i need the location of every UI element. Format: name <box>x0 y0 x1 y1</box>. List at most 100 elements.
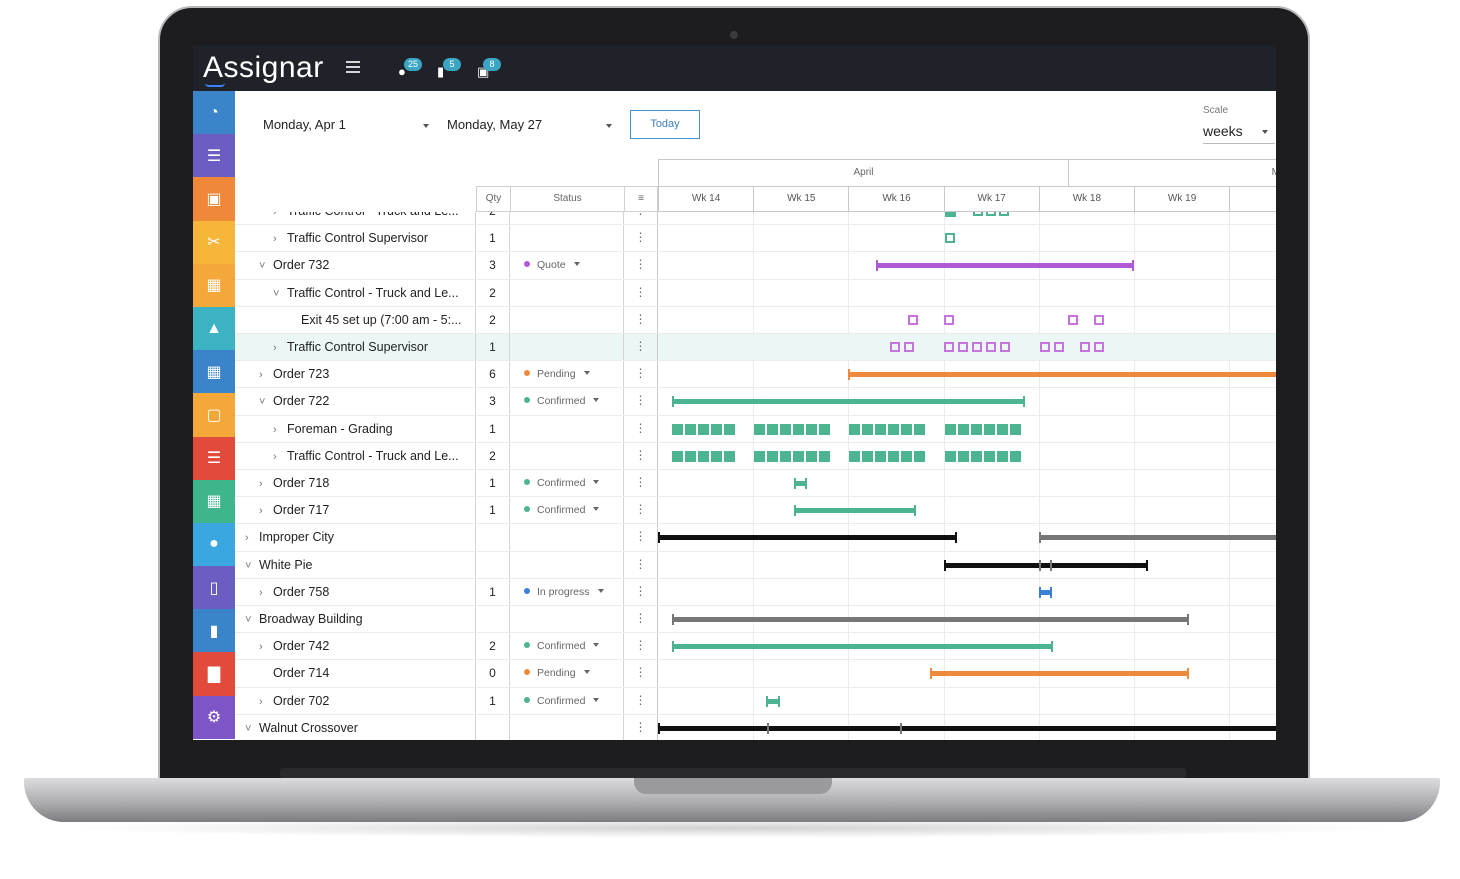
shift-block[interactable] <box>724 450 735 462</box>
shift-block[interactable] <box>901 423 912 435</box>
shift-block[interactable] <box>819 450 830 462</box>
shift-slot[interactable] <box>973 212 983 216</box>
row-status[interactable]: Pending <box>510 660 624 687</box>
shift-block[interactable] <box>698 423 709 435</box>
chevron-down-icon[interactable] <box>597 588 604 593</box>
chevron-down-icon[interactable] <box>423 124 429 128</box>
qty-column-header[interactable]: Qty <box>476 186 510 212</box>
today-button[interactable]: Today <box>630 110 700 139</box>
row-menu-button[interactable]: ⋮ <box>624 470 658 497</box>
table-row[interactable]: › Order 717 1 Confirmed ⋮ <box>235 497 1276 525</box>
chevron-right-icon[interactable]: › <box>273 335 287 360</box>
project-bar[interactable] <box>658 532 957 544</box>
shift-block[interactable] <box>685 450 696 462</box>
table-row[interactable]: ›Traffic Control - Truck and Le...2⋮ <box>235 442 1276 470</box>
shift-block[interactable] <box>862 450 873 462</box>
shift-slot[interactable] <box>904 342 914 352</box>
shift-block[interactable] <box>958 423 969 435</box>
shift-block[interactable] <box>806 450 817 462</box>
row-menu-button[interactable]: ⋮ <box>624 633 658 660</box>
shift-block[interactable] <box>888 423 899 435</box>
shift-block[interactable] <box>698 450 709 462</box>
row-menu-button[interactable]: ⋮ <box>624 252 658 279</box>
chevron-down-icon[interactable] <box>593 507 600 512</box>
app-logo[interactable]: Assignar <box>203 51 324 85</box>
chevron-right-icon[interactable]: › <box>273 212 287 224</box>
chevron-right-icon[interactable]: › <box>259 362 273 387</box>
row-menu-button[interactable]: ⋮ <box>624 660 658 687</box>
row-status[interactable]: Confirmed <box>510 497 624 524</box>
table-row[interactable]: › Order 723 6 Pending ⋮ <box>235 361 1276 389</box>
row-status[interactable]: Confirmed <box>510 470 624 497</box>
chevron-right-icon[interactable]: › <box>245 525 259 550</box>
project-bar[interactable] <box>658 722 1276 734</box>
sidebar-item-mobile[interactable]: ▮ <box>193 609 235 653</box>
shift-block[interactable] <box>849 423 860 435</box>
shift-block[interactable] <box>849 450 860 462</box>
table-row[interactable]: › Order 758 1 In progress ⋮ <box>235 578 1276 606</box>
shift-slot[interactable] <box>908 314 918 325</box>
shift-block[interactable] <box>672 450 683 462</box>
chevron-down-icon[interactable]: ˅ <box>245 607 259 632</box>
sidebar-item-users[interactable]: ● <box>193 522 235 567</box>
sidebar-item-calendar[interactable]: ▢ <box>193 393 235 437</box>
shift-slot[interactable] <box>999 212 1009 216</box>
chevron-down-icon[interactable] <box>593 398 600 403</box>
shift-block[interactable] <box>914 450 925 462</box>
quote-bar[interactable] <box>876 260 1134 272</box>
row-menu-button[interactable]: ⋮ <box>624 306 658 333</box>
row-menu-button[interactable]: ⋮ <box>624 442 658 469</box>
shift-block[interactable] <box>711 450 722 462</box>
row-menu-button[interactable]: ⋮ <box>624 606 658 633</box>
scale-select[interactable]: weeks <box>1203 123 1243 139</box>
shift-block[interactable] <box>685 423 696 435</box>
row-menu-button[interactable]: ⋮ <box>624 361 658 388</box>
shift-block[interactable] <box>780 423 791 435</box>
chevron-down-icon[interactable]: ˅ <box>245 553 259 578</box>
row-menu-button[interactable]: ⋮ <box>624 334 658 361</box>
sidebar-item-org-chart[interactable]: ☰ <box>193 134 235 178</box>
shift-slot[interactable] <box>1068 314 1078 325</box>
table-row[interactable]: › Improper City ⋮ <box>235 524 1276 552</box>
table-row[interactable]: › Traffic Control Supervisor 1 ⋮ <box>235 225 1276 253</box>
shift-block[interactable] <box>711 423 722 435</box>
shift-block[interactable] <box>862 423 873 435</box>
start-date-select[interactable]: Monday, Apr 1 <box>263 117 346 132</box>
table-row[interactable]: › Traffic Control Supervisor 1 ⋮ <box>235 334 1276 362</box>
project-bar[interactable] <box>1039 532 1276 544</box>
shift-block[interactable] <box>767 450 778 462</box>
chevron-down-icon[interactable]: ˅ <box>259 389 273 414</box>
chevron-down-icon[interactable]: ˅ <box>245 716 259 740</box>
shift-slot[interactable] <box>1094 342 1104 352</box>
row-menu-button[interactable]: ⋮ <box>624 524 658 551</box>
shift-block[interactable] <box>780 450 791 462</box>
table-row[interactable]: Exit 45 set up (7:00 am - 5:... 2 ⋮ <box>235 306 1276 334</box>
sidebar-item-settings[interactable]: ⚙ <box>193 695 235 739</box>
project-bar[interactable] <box>944 559 1148 571</box>
table-row[interactable]: ›Traffic Control - Truck and Le...2⋮ <box>235 212 1276 226</box>
shift-block[interactable] <box>945 423 956 435</box>
shift-block[interactable] <box>945 450 956 462</box>
shift-block[interactable] <box>793 450 804 462</box>
chevron-right-icon[interactable]: › <box>259 689 273 714</box>
chevron-right-icon[interactable]: › <box>259 498 273 523</box>
shift-slot[interactable] <box>972 342 982 352</box>
shift-slot[interactable] <box>986 342 996 352</box>
row-status[interactable]: Pending <box>510 361 624 388</box>
row-menu-button[interactable]: ⋮ <box>624 225 658 252</box>
project-bar[interactable] <box>672 614 1189 625</box>
shift-block[interactable] <box>984 450 995 462</box>
shift-block[interactable] <box>901 450 912 462</box>
sidebar-item-dashboard[interactable]: ◔ <box>193 91 235 135</box>
sidebar-item-list[interactable]: ☰ <box>193 436 235 480</box>
chevron-down-icon[interactable] <box>583 371 590 376</box>
shift-block[interactable] <box>997 423 1008 435</box>
people-notification-button[interactable]: ● 25 <box>398 58 428 80</box>
row-menu-button[interactable]: ⋮ <box>624 279 658 306</box>
hamburger-menu-icon[interactable] <box>346 61 360 76</box>
row-status[interactable]: In progress <box>510 578 624 605</box>
table-row[interactable]: › Order 702 1 Confirmed ⋮ <box>235 687 1276 715</box>
shift-block[interactable] <box>945 212 956 217</box>
shift-block[interactable] <box>914 423 925 435</box>
shift-block[interactable] <box>984 423 995 435</box>
